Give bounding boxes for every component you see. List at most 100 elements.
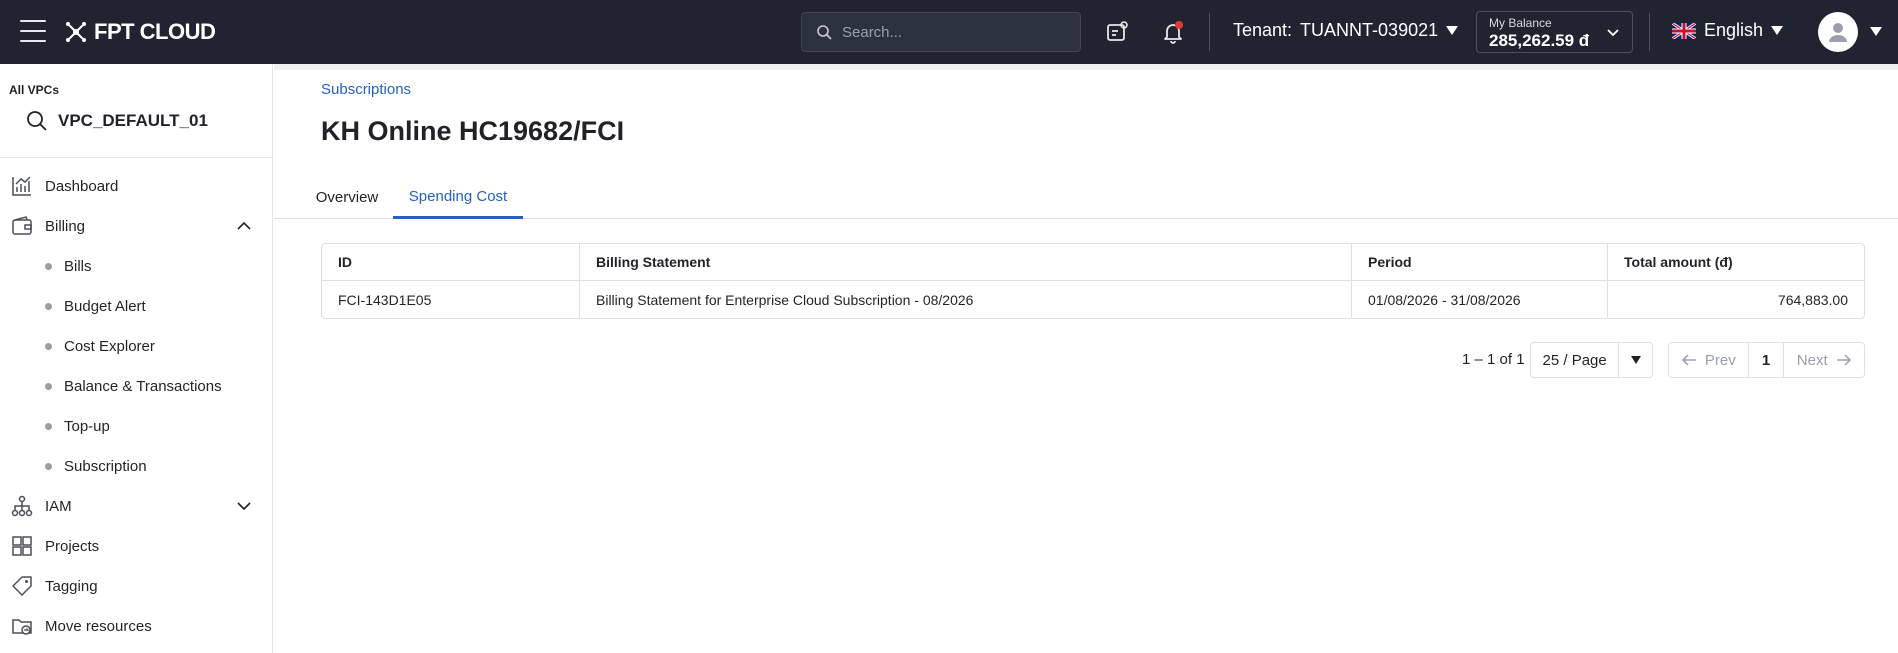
- breadcrumb-subscriptions[interactable]: Subscriptions: [321, 81, 411, 98]
- chart-icon: [10, 174, 34, 198]
- sidebar-item-label: Move resources: [45, 617, 152, 635]
- brand-name: FPT CLOUD: [94, 19, 216, 44]
- vpc-selector[interactable]: VPC_DEFAULT_01: [26, 110, 208, 132]
- bullet-icon: [45, 462, 52, 470]
- sidebar-nav: Dashboard Billing Bills Budget Alert Cos…: [0, 166, 272, 646]
- column-header-period: Period: [1352, 244, 1608, 280]
- search-box[interactable]: [801, 12, 1081, 52]
- arrow-left-icon: [1681, 354, 1696, 366]
- tab-label: Overview: [315, 189, 379, 206]
- folder-move-icon: [10, 614, 34, 638]
- user-icon: [1829, 23, 1847, 42]
- menu-icon[interactable]: [20, 20, 46, 42]
- caret-down-icon[interactable]: [1870, 27, 1882, 36]
- sidebar-item-label: Tagging: [45, 577, 98, 595]
- pagination-nav: Prev 1 Next: [1668, 342, 1865, 378]
- arrow-right-icon: [1836, 354, 1851, 366]
- sidebar-item-billing[interactable]: Billing: [0, 206, 272, 246]
- sidebar-subitem-balance-transactions[interactable]: Balance & Transactions: [0, 366, 272, 406]
- sidebar-item-label: Dashboard: [45, 177, 119, 195]
- tenant-selector[interactable]: Tenant: TUANNT-039021: [1233, 20, 1459, 41]
- search-icon: [817, 25, 832, 40]
- projects-icon: [10, 534, 34, 558]
- sidebar-subitem-top-up[interactable]: Top-up: [0, 406, 272, 446]
- balance-label: My Balance: [1489, 16, 1552, 30]
- sidebar-subitem-subscription[interactable]: Subscription: [0, 446, 272, 486]
- uk-flag-icon: [1672, 22, 1696, 39]
- chevron-down-icon: [237, 502, 251, 511]
- sidebar-subitem-label: Subscription: [64, 457, 147, 475]
- sidebar-subitem-cost-explorer[interactable]: Cost Explorer: [0, 326, 272, 366]
- caret-down-icon: [1630, 356, 1641, 364]
- cell-id: FCI-143D1E05: [322, 281, 580, 318]
- page-size-caret[interactable]: [1618, 343, 1652, 377]
- sidebar-item-projects[interactable]: Projects: [0, 526, 272, 566]
- caret-down-icon: [1771, 26, 1784, 35]
- prev-label: Prev: [1704, 351, 1736, 369]
- org-icon: [10, 494, 34, 518]
- page-size-select[interactable]: 25 / Page: [1530, 342, 1653, 378]
- announcement-icon: [1107, 21, 1128, 41]
- bullet-icon: [45, 302, 52, 310]
- cell-period: 01/08/2026 - 31/08/2026: [1352, 281, 1608, 318]
- sidebar-item-dashboard[interactable]: Dashboard: [0, 166, 272, 206]
- brand-logo[interactable]: FPT CLOUD: [64, 18, 216, 46]
- chevron-up-icon: [237, 221, 251, 230]
- bullet-icon: [45, 422, 52, 430]
- page-title: KH Online HC19682/FCI: [321, 116, 625, 146]
- sidebar-subitem-label: Budget Alert: [64, 297, 146, 315]
- sidebar-item-label: IAM: [45, 497, 72, 515]
- bullet-icon: [45, 382, 52, 390]
- sidebar: All VPCs VPC_DEFAULT_01 Dashboard Billin…: [0, 64, 273, 653]
- sidebar-divider: [0, 157, 272, 158]
- sidebar-subitem-label: Top-up: [64, 417, 110, 435]
- sidebar-item-tagging[interactable]: Tagging: [0, 566, 272, 606]
- sidebar-subitem-budget-alert[interactable]: Budget Alert: [0, 286, 272, 326]
- sidebar-subitem-label: Balance & Transactions: [64, 377, 222, 395]
- notification-button[interactable]: [1159, 18, 1187, 46]
- sidebar-item-iam[interactable]: IAM: [0, 486, 272, 526]
- avatar[interactable]: [1818, 12, 1858, 52]
- tab-overview[interactable]: Overview: [303, 176, 391, 219]
- sidebar-item-move-resources[interactable]: Move resources: [0, 606, 272, 646]
- cell-total-amount: 764,883.00: [1777, 291, 1848, 308]
- chevron-down-icon: [1607, 29, 1619, 37]
- tenant-label: Tenant:: [1233, 20, 1293, 40]
- search-input[interactable]: [842, 23, 1062, 41]
- column-header-id: ID: [322, 244, 580, 280]
- tab-spending-cost[interactable]: Spending Cost: [393, 176, 523, 219]
- wallet-icon: [10, 214, 34, 238]
- topbar-divider: [1649, 13, 1650, 51]
- pagination-range: 1 – 1 of 1: [1462, 351, 1525, 368]
- tag-icon: [10, 574, 34, 598]
- table-header-row: ID Billing Statement Period Total amount…: [322, 244, 1864, 281]
- prev-page-button[interactable]: Prev: [1669, 343, 1749, 377]
- sidebar-item-label: Billing: [45, 217, 86, 235]
- next-page-button[interactable]: Next: [1784, 343, 1864, 377]
- cell-billing-statement: Billing Statement for Enterprise Cloud S…: [580, 281, 1352, 318]
- spending-table: ID Billing Statement Period Total amount…: [321, 243, 1865, 319]
- page-number-button[interactable]: 1: [1749, 343, 1785, 377]
- fpt-logo-icon: [66, 22, 86, 42]
- language-label: English: [1704, 20, 1764, 40]
- sidebar-subitem-label: Cost Explorer: [64, 337, 155, 355]
- content-top-strip: [274, 64, 1898, 70]
- search-icon: [27, 111, 47, 131]
- tenant-value: TUANNT-039021: [1300, 20, 1439, 40]
- tab-bar: Overview Spending Cost: [274, 176, 1898, 219]
- bullet-icon: [45, 262, 52, 270]
- bullet-icon: [45, 342, 52, 350]
- table-row[interactable]: FCI-143D1E05 Billing Statement for Enter…: [322, 281, 1864, 318]
- balance-dropdown[interactable]: My Balance 285,262.59 đ: [1476, 11, 1633, 53]
- bell-icon: [1164, 21, 1183, 44]
- announcement-button[interactable]: [1103, 18, 1131, 46]
- sidebar-item-label: Projects: [45, 537, 100, 555]
- balance-value: 285,262.59 đ: [1489, 31, 1590, 50]
- next-label: Next: [1796, 351, 1828, 369]
- caret-down-icon: [1446, 26, 1459, 35]
- column-header-total-amount: Total amount (đ): [1624, 254, 1733, 270]
- tab-label: Spending Cost: [408, 187, 508, 205]
- vpc-label: All VPCs: [9, 83, 60, 97]
- sidebar-subitem-bills[interactable]: Bills: [0, 246, 272, 286]
- language-selector[interactable]: English: [1672, 20, 1784, 41]
